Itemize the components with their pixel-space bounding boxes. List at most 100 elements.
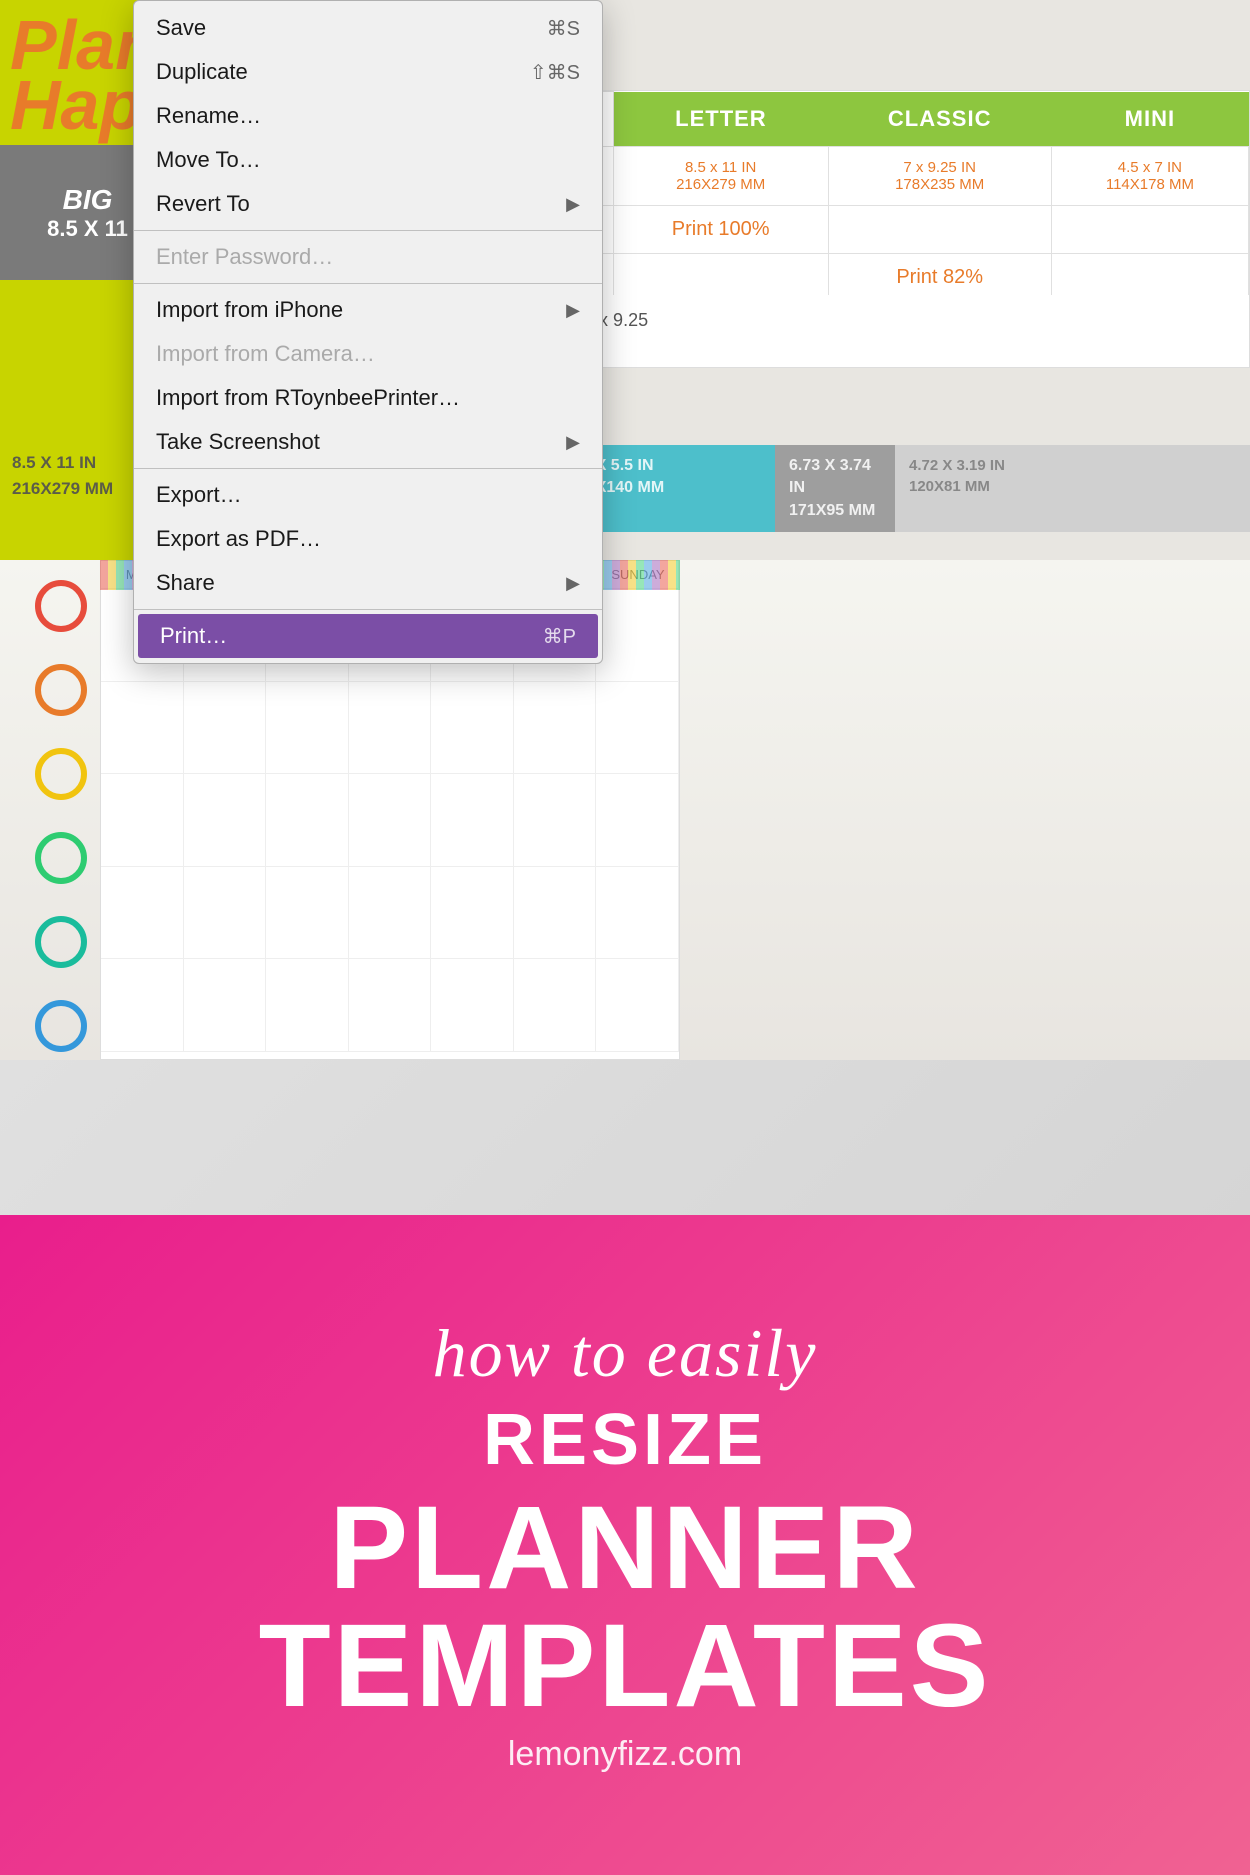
menu-label-revertto: Revert To — [156, 191, 250, 217]
menu-label-export: Export… — [156, 482, 242, 508]
menu-separator-1 — [134, 230, 602, 231]
cal-cell — [596, 682, 679, 775]
cal-cell — [349, 774, 432, 867]
big-size-text: 8.5 X 11 — [47, 216, 128, 242]
menu-item-moveto[interactable]: Move To… — [134, 138, 602, 182]
planner-rings — [35, 580, 87, 1060]
ring-orange — [35, 664, 87, 716]
menu-item-screenshot[interactable]: Take Screenshot ▶ — [134, 420, 602, 464]
cal-cell — [184, 682, 267, 775]
bottom-title-how: how to easily — [433, 1316, 818, 1391]
cal-cell — [266, 682, 349, 775]
cal-cell — [101, 867, 184, 960]
cal-cell — [431, 867, 514, 960]
menu-arrow-revertto: ▶ — [566, 194, 580, 215]
menu-label-share: Share — [156, 570, 215, 596]
cal-cell — [596, 774, 679, 867]
cal-cell — [349, 959, 432, 1052]
ring-yellow — [35, 748, 87, 800]
menu-label-rename: Rename… — [156, 103, 261, 129]
menu-separator-4 — [134, 609, 602, 610]
bottom-title-resize: RESIZE — [483, 1399, 767, 1481]
menu-label-password: Enter Password… — [156, 244, 333, 270]
cal-cell — [596, 959, 679, 1052]
cal-cell — [184, 774, 267, 867]
letter-size: 8.5 x 11 IN216X279 MM — [624, 159, 818, 193]
size-letter: 8.5 x 11 IN216X279 MM — [613, 146, 828, 205]
menu-label-screenshot: Take Screenshot — [156, 429, 320, 455]
classic-letter-print — [613, 253, 828, 301]
classic-mini-print — [1051, 253, 1248, 301]
menu-label-import-camera: Import from Camera… — [156, 341, 375, 367]
cal-cell — [431, 959, 514, 1052]
menu-item-save[interactable]: Save ⌘S — [134, 6, 602, 50]
mini-size: 4.5 x 7 IN114X178 MM — [1062, 159, 1238, 193]
menu-label-print: Print… — [160, 623, 227, 649]
big-classic-print — [828, 205, 1051, 253]
cal-cell — [101, 774, 184, 867]
ring-teal — [35, 916, 87, 968]
menu-item-import-camera: Import from Camera… — [134, 332, 602, 376]
classic-classic-print: Print 82% — [828, 253, 1051, 301]
menu-label-import-printer: Import from RToynbeePrinter… — [156, 385, 460, 411]
bottom-url: lemonyfizz.com — [508, 1735, 742, 1774]
cal-cell — [596, 589, 679, 682]
menu-item-share[interactable]: Share ▶ — [134, 561, 602, 605]
menu-label-moveto: Move To… — [156, 147, 261, 173]
menu-shortcut-save: ⌘S — [547, 16, 580, 41]
cal-cell — [514, 774, 597, 867]
size-classic: 7 x 9.25 IN178X235 MM — [828, 146, 1051, 205]
menu-arrow-screenshot: ▶ — [566, 432, 580, 453]
menu-item-print[interactable]: Print… ⌘P — [138, 614, 598, 658]
col-header-classic: CLASSIC — [828, 92, 1051, 147]
cal-cell — [514, 682, 597, 775]
menu-label-export-pdf: Export as PDF… — [156, 526, 321, 552]
cal-cell — [514, 959, 597, 1052]
col-header-letter: LETTER — [613, 92, 828, 147]
menu-separator-3 — [134, 468, 602, 469]
cal-cell — [184, 959, 267, 1052]
ring-red — [35, 580, 87, 632]
cal-cell — [184, 867, 267, 960]
cal-cell — [266, 959, 349, 1052]
ring-green — [35, 832, 87, 884]
menu-label-save: Save — [156, 15, 206, 41]
menu-item-duplicate[interactable]: Duplicate ⇧⌘S — [134, 50, 602, 94]
cal-cell — [101, 959, 184, 1052]
menu-label-import-iphone: Import from iPhone — [156, 297, 343, 323]
cal-cell — [514, 867, 597, 960]
menu-label-duplicate: Duplicate — [156, 59, 248, 85]
menu-arrow-import-iphone: ▶ — [566, 300, 580, 321]
cal-cell — [349, 867, 432, 960]
menu-separator-2 — [134, 283, 602, 284]
menu-shortcut-duplicate: ⇧⌘S — [530, 60, 580, 85]
bottom-title-templates: PLANNER TEMPLATES — [0, 1489, 1250, 1725]
menu-shortcut-print: ⌘P — [543, 624, 576, 649]
size-mini: 4.5 x 7 IN114X178 MM — [1051, 146, 1248, 205]
menu-item-revertto[interactable]: Revert To ▶ — [134, 182, 602, 226]
menu-item-rename[interactable]: Rename… — [134, 94, 602, 138]
cal-cell — [266, 867, 349, 960]
menu-item-import-printer[interactable]: Import from RToynbeePrinter… — [134, 376, 602, 420]
cal-cell — [349, 682, 432, 775]
big-letter-print: Print 100% — [613, 205, 828, 253]
cal-cell — [266, 774, 349, 867]
ring-blue — [35, 1000, 87, 1052]
classic-size: 7 x 9.25 IN178X235 MM — [839, 159, 1041, 193]
cal-cell — [596, 867, 679, 960]
menu-item-password: Enter Password… — [134, 235, 602, 279]
cal-cell — [431, 774, 514, 867]
menu-item-export[interactable]: Export… — [134, 473, 602, 517]
color-block-gray: 6.73 X 3.74 IN171X95 MM — [775, 445, 895, 532]
menu-arrow-share: ▶ — [566, 573, 580, 594]
cal-cell — [431, 682, 514, 775]
menu-item-export-pdf[interactable]: Export as PDF… — [134, 517, 602, 561]
color-block-small: 4.72 X 3.19 IN120X81 MM — [895, 445, 1250, 532]
menu-item-import-iphone[interactable]: Import from iPhone ▶ — [134, 288, 602, 332]
bottom-banner: how to easily RESIZE PLANNER TEMPLATES l… — [0, 1215, 1250, 1875]
col-header-mini: MINI — [1051, 92, 1248, 147]
big-mini-print — [1051, 205, 1248, 253]
yg-size-label: 8.5 X 11 IN216X279 MM — [12, 450, 113, 501]
big-label: BIG — [63, 184, 113, 216]
context-menu: Save ⌘S Duplicate ⇧⌘S Rename… Move To… R… — [133, 0, 603, 664]
